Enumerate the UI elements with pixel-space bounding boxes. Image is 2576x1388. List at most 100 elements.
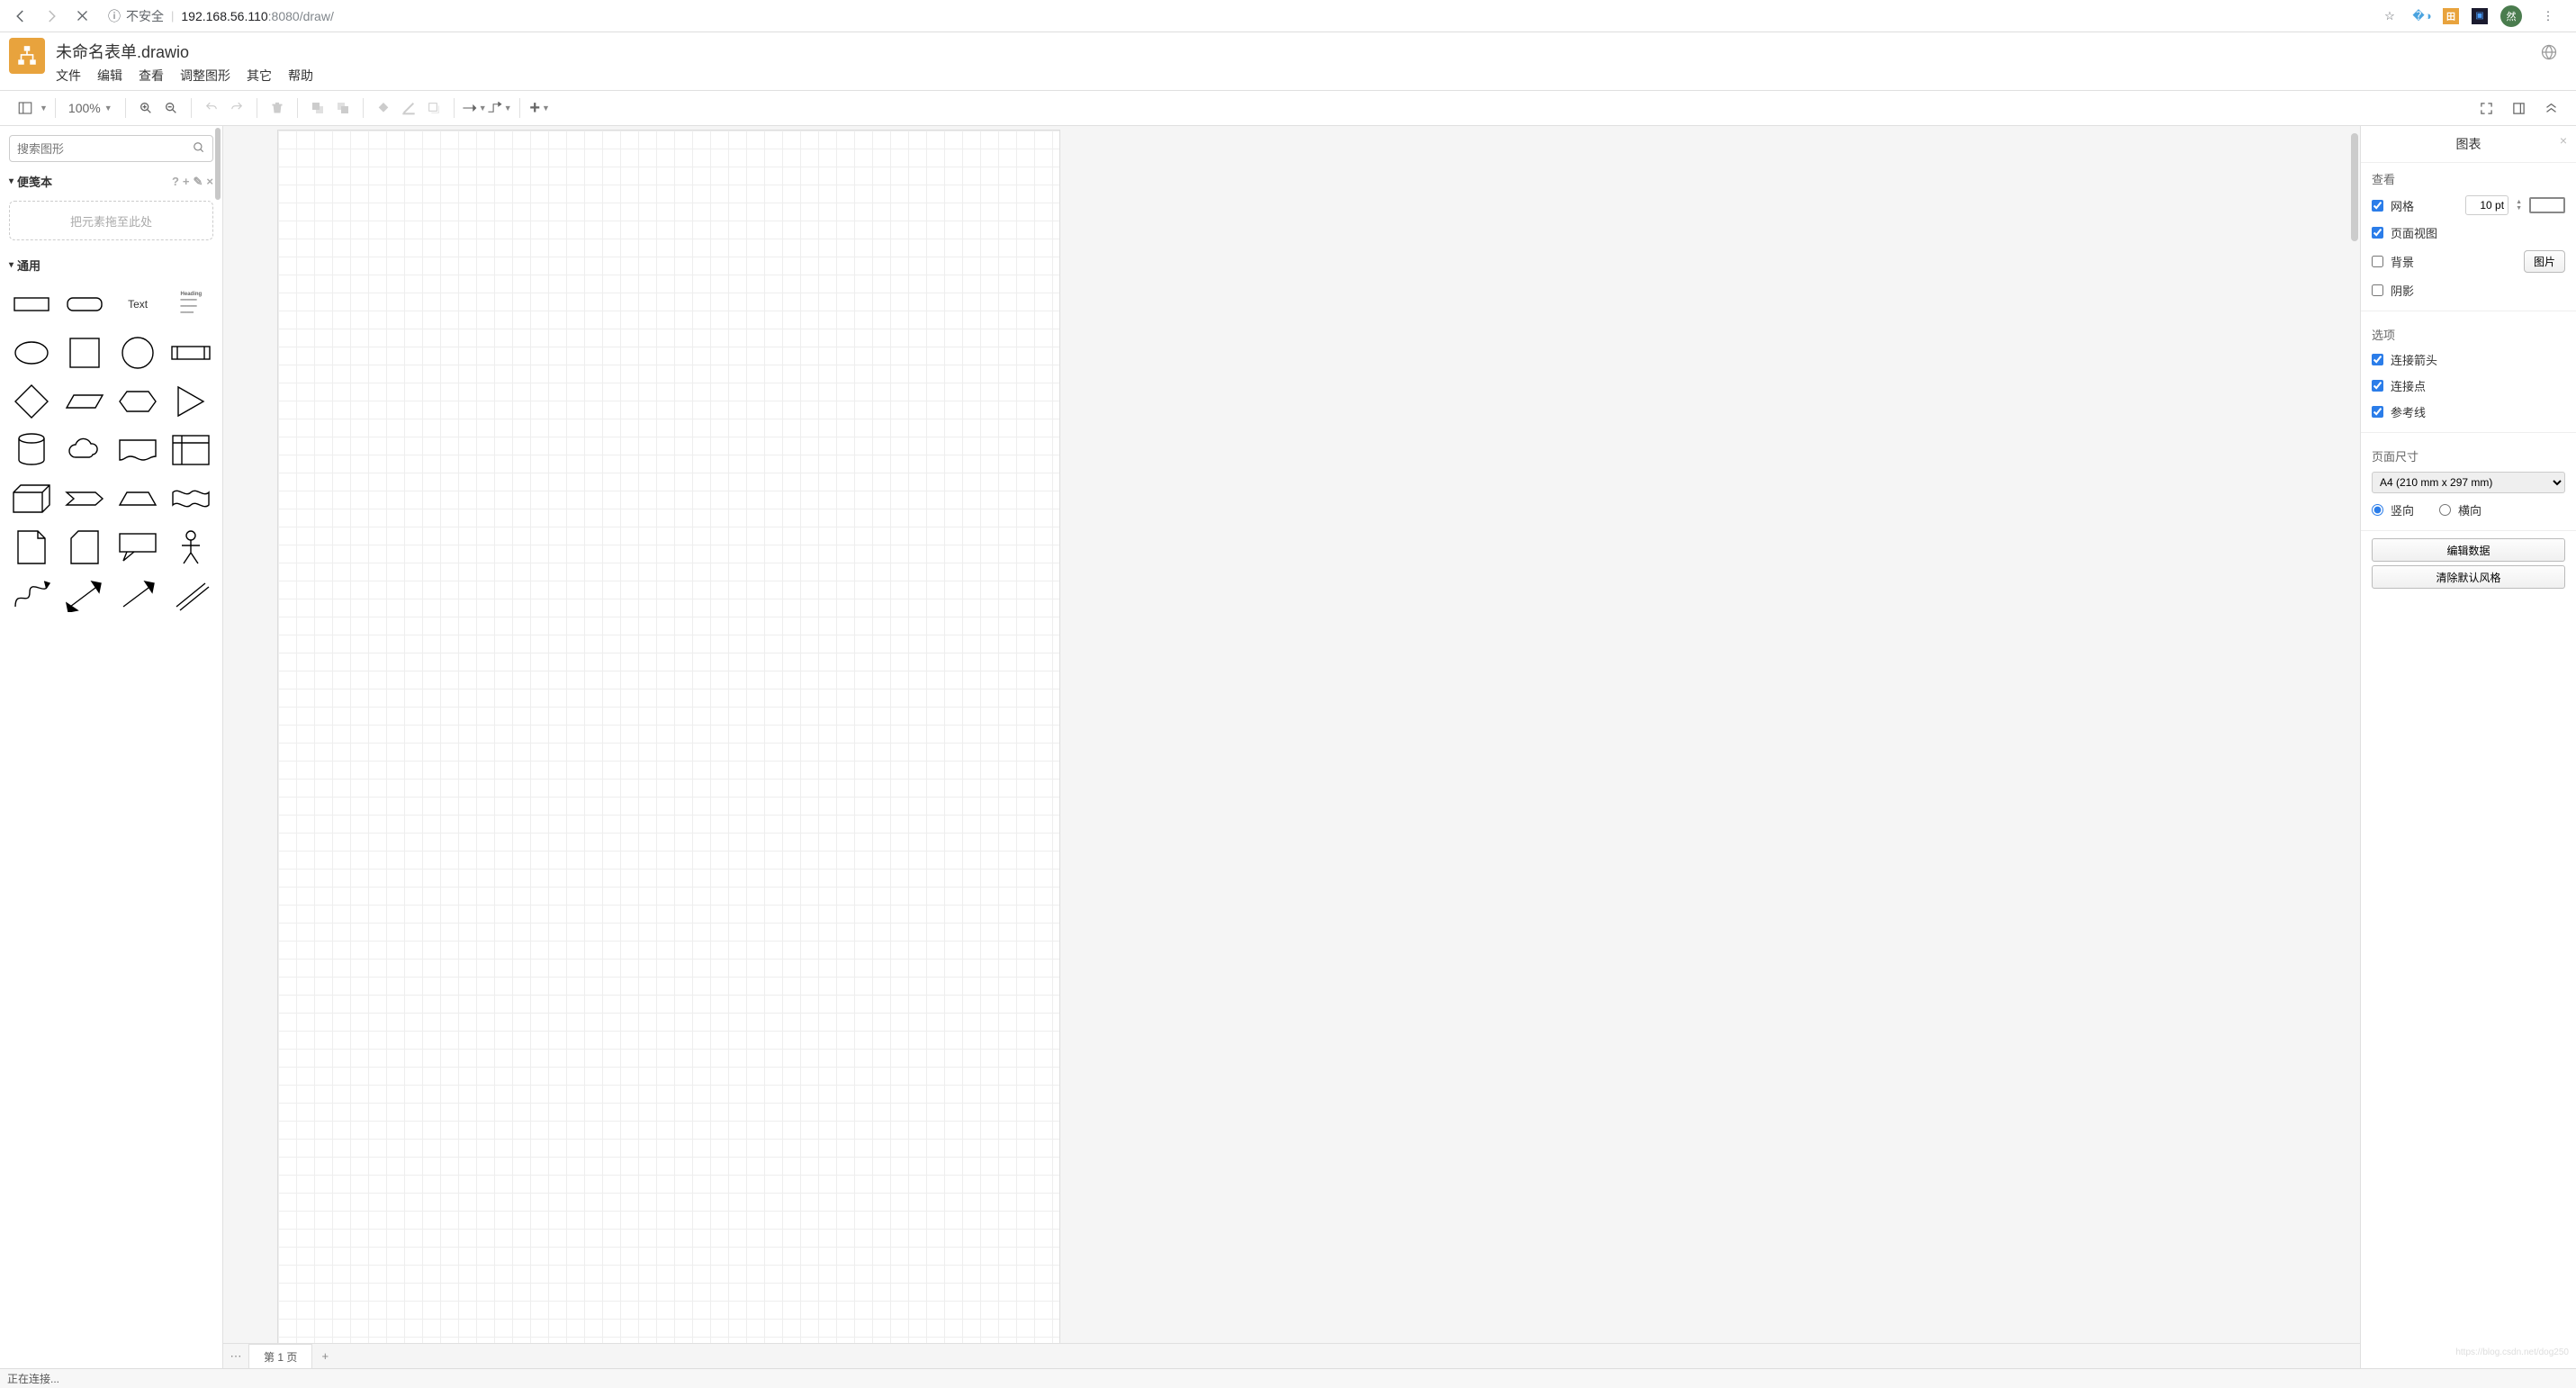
shape-cylinder[interactable] — [7, 430, 55, 470]
search-input[interactable] — [17, 142, 193, 156]
shape-rectangle[interactable] — [7, 284, 55, 324]
scratchpad-add-icon[interactable]: + — [183, 175, 190, 189]
menu-help[interactable]: 帮助 — [288, 67, 313, 85]
profile-avatar[interactable]: 然 — [2500, 5, 2522, 27]
shape-diamond[interactable] — [7, 382, 55, 421]
shape-callout[interactable] — [114, 527, 162, 567]
line-color-button[interactable] — [396, 95, 421, 121]
grid-step-down[interactable]: ▼ — [2516, 205, 2522, 212]
shape-rounded-rectangle[interactable] — [60, 284, 108, 324]
landscape-radio[interactable] — [2439, 504, 2451, 516]
portrait-radio[interactable] — [2372, 504, 2383, 516]
extension-icon-3[interactable]: ▣ — [2472, 8, 2488, 24]
extension-icon-1[interactable]: �◑ — [2414, 8, 2430, 24]
shape-cube[interactable] — [7, 479, 55, 518]
guides-checkbox[interactable] — [2372, 406, 2383, 418]
shape-text[interactable]: Text — [114, 284, 162, 324]
format-panel-close-icon[interactable]: × — [2560, 133, 2567, 148]
background-image-button[interactable]: 图片 — [2524, 250, 2565, 273]
shape-parallelogram[interactable] — [60, 382, 108, 421]
connection-style-button[interactable]: ▼ — [462, 95, 487, 121]
scratchpad-header[interactable]: ▾ 便笺本 ? + ✎ × — [0, 167, 222, 195]
background-checkbox[interactable] — [2372, 256, 2383, 267]
shape-card[interactable] — [60, 527, 108, 567]
shape-document[interactable] — [114, 430, 162, 470]
redo-button[interactable] — [224, 95, 249, 121]
waypoint-style-button[interactable]: ▼ — [487, 95, 512, 121]
shape-actor[interactable] — [167, 527, 215, 567]
view-dropdown-button[interactable] — [13, 95, 38, 121]
document-title[interactable]: 未命名表单.drawio — [56, 38, 313, 67]
browser-menu-icon[interactable]: ⋮ — [2535, 3, 2562, 30]
scratchpad-close-icon[interactable]: × — [206, 175, 213, 189]
shape-textbox[interactable]: Heading━━━━━━━━━━━━━━ — [167, 284, 215, 324]
shape-square[interactable] — [60, 333, 108, 373]
shape-internal-storage[interactable] — [167, 430, 215, 470]
page-view-checkbox[interactable] — [2372, 227, 2383, 239]
extension-icon-2[interactable]: 田 — [2443, 8, 2459, 24]
bookmark-star-icon[interactable]: ☆ — [2376, 3, 2403, 30]
to-back-button[interactable] — [330, 95, 356, 121]
fullscreen-button[interactable] — [2473, 95, 2499, 121]
shadow-checkbox[interactable] — [2372, 284, 2383, 296]
language-globe-icon[interactable] — [2531, 38, 2567, 69]
shape-triangle[interactable] — [167, 382, 215, 421]
grid-color-swatch[interactable] — [2529, 197, 2565, 213]
shadow-button[interactable] — [421, 95, 446, 121]
chevron-down-icon[interactable]: ▼ — [40, 104, 48, 113]
shape-circle[interactable] — [114, 333, 162, 373]
zoom-dropdown[interactable]: 100%▼ — [63, 101, 118, 115]
zoom-out-button[interactable] — [158, 95, 184, 121]
add-page-button[interactable]: + — [312, 1349, 338, 1363]
menu-edit[interactable]: 编辑 — [97, 67, 122, 85]
nav-stop-button[interactable] — [68, 3, 95, 30]
general-shapes-header[interactable]: ▾ 通用 — [0, 251, 222, 279]
shape-curve[interactable] — [7, 576, 55, 616]
shape-step[interactable] — [60, 479, 108, 518]
pages-menu-button[interactable]: ⋯ — [223, 1349, 248, 1364]
shape-link[interactable] — [167, 576, 215, 616]
shape-note[interactable] — [7, 527, 55, 567]
nav-back-button[interactable] — [7, 3, 34, 30]
grid-size-input[interactable] — [2465, 195, 2508, 215]
zoom-in-button[interactable] — [133, 95, 158, 121]
delete-button[interactable] — [265, 95, 290, 121]
connection-arrows-checkbox[interactable] — [2372, 354, 2383, 365]
connection-points-checkbox[interactable] — [2372, 380, 2383, 392]
sidebar-scrollbar[interactable] — [213, 126, 222, 1368]
edit-data-button[interactable]: 编辑数据 — [2372, 538, 2565, 562]
canvas[interactable]: ⋯ 第 1 页 + — [223, 126, 2360, 1368]
menu-view[interactable]: 查看 — [139, 67, 164, 85]
menu-extras[interactable]: 其它 — [247, 67, 272, 85]
collapse-button[interactable] — [2538, 95, 2563, 121]
search-icon[interactable] — [193, 141, 205, 157]
shape-cloud[interactable] — [60, 430, 108, 470]
fill-color-button[interactable] — [371, 95, 396, 121]
to-front-button[interactable] — [305, 95, 330, 121]
canvas-vertical-scrollbar[interactable] — [2351, 133, 2358, 241]
clear-default-style-button[interactable]: 清除默认风格 — [2372, 565, 2565, 589]
scratchpad-edit-icon[interactable]: ✎ — [194, 175, 203, 189]
shape-hexagon[interactable] — [114, 382, 162, 421]
shape-process[interactable] — [167, 333, 215, 373]
scratchpad-help-icon[interactable]: ? — [172, 175, 179, 189]
nav-forward-button[interactable] — [38, 3, 65, 30]
shape-tape[interactable] — [167, 479, 215, 518]
undo-button[interactable] — [199, 95, 224, 121]
grid-checkbox[interactable] — [2372, 200, 2383, 212]
grid-step-up[interactable]: ▲ — [2516, 199, 2522, 205]
menu-arrange[interactable]: 调整图形 — [180, 67, 230, 85]
insert-button[interactable]: +▼ — [527, 95, 553, 121]
shape-trapezoid[interactable] — [114, 479, 162, 518]
menu-file[interactable]: 文件 — [56, 67, 81, 85]
drawing-page[interactable] — [277, 130, 1060, 1368]
page-size-select[interactable]: A4 (210 mm x 297 mm) — [2372, 472, 2565, 493]
shape-bidirectional-arrow[interactable] — [60, 576, 108, 616]
address-bar[interactable]: ⓘ 不安全 | 192.168.56.110:8080/draw/ — [99, 4, 2373, 29]
scratchpad-dropzone[interactable]: 把元素拖至此处 — [9, 201, 213, 240]
page-tab-1[interactable]: 第 1 页 — [248, 1344, 312, 1368]
shape-ellipse[interactable] — [7, 333, 55, 373]
shape-search-box[interactable] — [9, 135, 213, 162]
shape-directional-arrow[interactable] — [114, 576, 162, 616]
app-logo-icon[interactable] — [9, 38, 45, 74]
